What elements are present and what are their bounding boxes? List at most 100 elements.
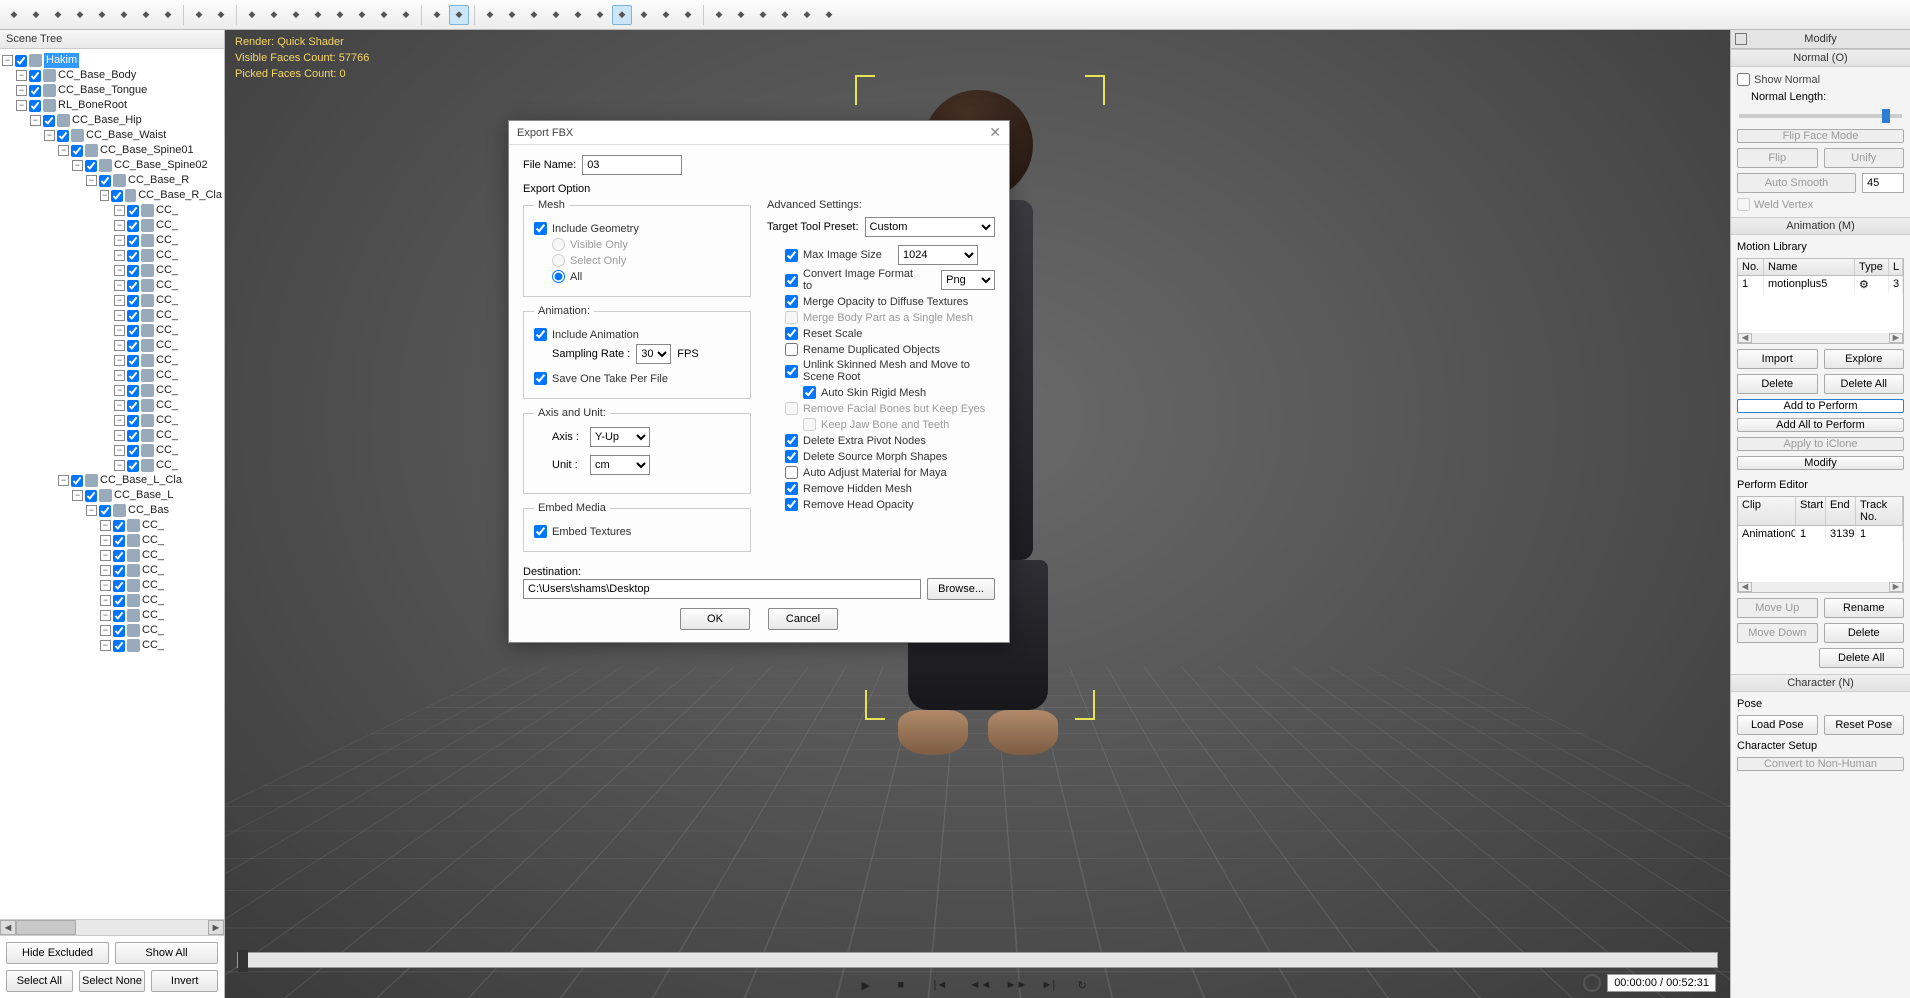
all-radio[interactable]: All [552,270,740,283]
select-rect-icon[interactable]: ◆ [396,5,416,25]
tree-node[interactable]: −CC_Base_Body [2,68,222,83]
rewind-icon[interactable]: ◄◄ [970,979,986,995]
save-one-take-checkbox[interactable]: Save One Take Per File [534,372,740,385]
sampling-rate-select[interactable]: 30 [636,344,671,364]
transform-icon[interactable]: ◆ [352,5,372,25]
next-frame-icon[interactable]: ►| [1042,979,1058,995]
load-pose-button[interactable]: Load Pose [1737,715,1818,735]
prev-frame-icon[interactable]: |◄ [934,979,950,995]
down-icon[interactable]: ◆ [264,5,284,25]
show-normal-checkbox[interactable]: Show Normal [1737,73,1904,86]
reset-scale-checkbox[interactable]: Reset Scale [785,327,995,340]
animation-section-header[interactable]: Animation (M) [1731,217,1910,235]
convert-img-checkbox[interactable]: Convert Image Format to Png [785,268,995,292]
tree-node[interactable]: −CC_ [2,263,222,278]
tree-node[interactable]: −CC_Bas [2,503,222,518]
weld-vertex-checkbox[interactable]: Weld Vertex [1737,198,1904,211]
bone-a-icon[interactable]: ◆ [480,5,500,25]
include-geometry-checkbox[interactable]: Include Geometry [534,222,740,235]
tree-node[interactable]: −CC_ [2,518,222,533]
axis-select[interactable]: Y-Up [590,427,650,447]
tree-node[interactable]: −CC_ [2,323,222,338]
tree-node[interactable]: −CC_Base_L_Cla [2,473,222,488]
auto-adjust-checkbox[interactable]: Auto Adjust Material for Maya [785,466,995,479]
tree-node[interactable]: −CC_Base_R [2,173,222,188]
tree-node[interactable]: −RL_BoneRoot [2,98,222,113]
tree-node[interactable]: −CC_ [2,338,222,353]
select-all-button[interactable]: Select All [6,970,73,992]
tree-node[interactable]: −CC_ [2,308,222,323]
axis-icon[interactable]: ◆ [524,5,544,25]
remove-hidden-checkbox[interactable]: Remove Hidden Mesh [785,482,995,495]
skel-icon[interactable]: ◆ [568,5,588,25]
grid3d-icon[interactable]: ◆ [590,5,610,25]
timeline-track[interactable] [237,952,1718,968]
unlink-skinned-checkbox[interactable]: Unlink Skinned Mesh and Move to Scene Ro… [785,359,995,383]
undo-icon[interactable]: ◆ [189,5,209,25]
delete-button[interactable]: Delete [1737,374,1818,394]
close-icon[interactable]: ✕ [989,124,1001,141]
forward-icon[interactable]: ►► [1006,979,1022,995]
tree-node[interactable]: −CC_Base_Tongue [2,83,222,98]
delete-pivot-checkbox[interactable]: Delete Extra Pivot Nodes [785,434,995,447]
tree-node[interactable]: −CC_ [2,413,222,428]
scale-icon[interactable]: ◆ [330,5,350,25]
character-section-header[interactable]: Character (N) [1731,674,1910,692]
convert-img-select[interactable]: Png [941,270,995,290]
scroll-right-icon[interactable]: ► [208,920,224,935]
max-image-select[interactable]: 1024 [898,245,978,265]
delete-all-button[interactable]: Delete All [1824,374,1905,394]
tree-node[interactable]: −CC_ [2,593,222,608]
delete-morph-checkbox[interactable]: Delete Source Morph Shapes [785,450,995,463]
expand-icon[interactable]: ◆ [427,5,447,25]
auto-smooth-input[interactable] [1862,173,1904,193]
rotate-icon[interactable]: ◆ [308,5,328,25]
tree-node[interactable]: −CC_ [2,368,222,383]
tree-node[interactable]: −CC_ [2,428,222,443]
tree-node[interactable]: −CC_ [2,458,222,473]
include-animation-checkbox[interactable]: Include Animation [534,328,740,341]
remove-head-opacity-checkbox[interactable]: Remove Head Opacity [785,498,995,511]
light-icon[interactable]: ◆ [634,5,654,25]
merge-opacity-checkbox[interactable]: Merge Opacity to Diffuse Textures [785,295,995,308]
grid-icon[interactable]: ◆ [449,5,469,25]
browse-button[interactable]: Browse... [927,578,995,600]
tree-node[interactable]: −CC_Base_Spine02 [2,158,222,173]
tree-node[interactable]: −CC_ [2,398,222,413]
cart-icon[interactable]: ◆ [819,5,839,25]
tree-node[interactable]: −CC_ [2,278,222,293]
invert-button[interactable]: Invert [151,970,218,992]
auto-skin-checkbox[interactable]: Auto Skin Rigid Mesh [803,386,995,399]
scroll-left-icon[interactable]: ◄ [0,920,16,935]
scene-tree[interactable]: −Hakim−CC_Base_Body−CC_Base_Tongue−RL_Bo… [0,49,224,919]
import2-icon[interactable]: ◆ [92,5,112,25]
redo-hist-icon[interactable]: ◆ [158,5,178,25]
tree-node[interactable]: −CC_ [2,383,222,398]
tree-node[interactable]: −CC_ [2,563,222,578]
tree-node[interactable]: −CC_Base_Spine01 [2,143,222,158]
tree-node[interactable]: −CC_ [2,233,222,248]
dialog-titlebar[interactable]: Export FBX ✕ [509,121,1009,145]
tree-node[interactable]: −CC_ [2,218,222,233]
tree-node[interactable]: −CC_ [2,623,222,638]
rename-dup-checkbox[interactable]: Rename Duplicated Objects [785,343,995,356]
normal-length-slider[interactable] [1739,114,1902,118]
tree-node[interactable]: −CC_Base_Hip [2,113,222,128]
tree-node[interactable]: −CC_ [2,548,222,563]
gear2-icon[interactable]: ◆ [753,5,773,25]
normal-section-header[interactable]: Normal (O) [1731,49,1910,67]
explore-button[interactable]: Explore [1824,349,1905,369]
export-icon[interactable]: ◆ [136,5,156,25]
tree-node[interactable]: −CC_ [2,608,222,623]
tree-node[interactable]: −CC_ [2,248,222,263]
collapse-icon[interactable] [1735,33,1747,45]
tree-root[interactable]: −Hakim [2,53,222,68]
joint-icon[interactable]: ◆ [546,5,566,25]
loop-icon[interactable]: ↻ [1078,979,1094,995]
target-preset-select[interactable]: Custom [865,217,995,237]
delete-all2-button[interactable]: Delete All [1819,648,1905,668]
scroll-thumb[interactable] [16,920,76,935]
modify-button[interactable]: Modify [1737,456,1904,470]
tree-node[interactable]: −CC_ [2,533,222,548]
hide-excluded-button[interactable]: Hide Excluded [6,942,109,964]
